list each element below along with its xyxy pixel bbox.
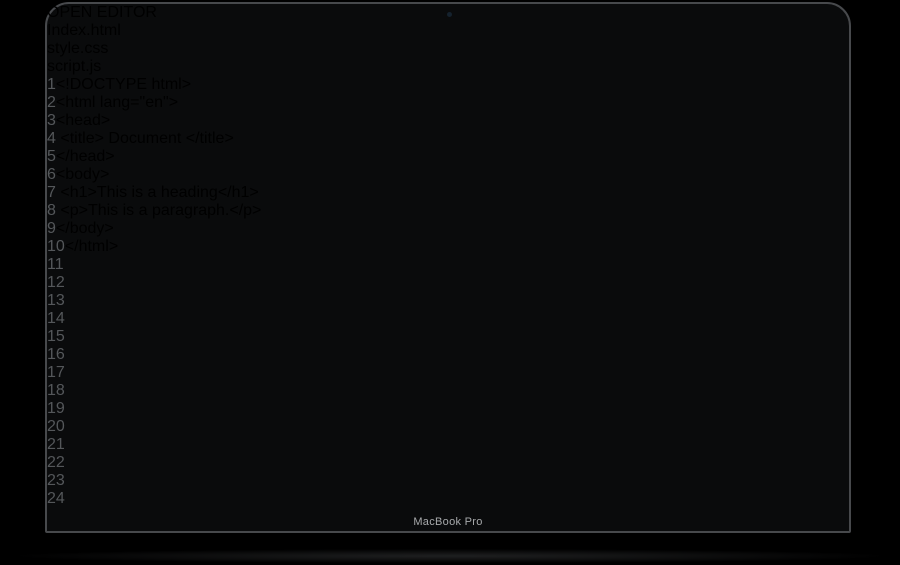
line-number: 13 <box>47 292 65 309</box>
line-number: 2 <box>47 94 56 111</box>
code-line-18[interactable]: 18 <box>47 382 849 400</box>
code-line-11[interactable]: 11 <box>47 256 849 274</box>
page-background: OPEN EDITOR Index.htmlstyle.cssscript.js… <box>0 0 900 565</box>
line-number: 6 <box>47 166 56 183</box>
code-line-22[interactable]: 22 <box>47 454 849 472</box>
line-number: 11 <box>47 256 64 273</box>
line-number: 17 <box>47 364 65 381</box>
code-text: <head> <box>56 112 110 129</box>
code-text: <p>This is a paragraph.</p> <box>56 202 261 219</box>
code-line-24[interactable]: 24 <box>47 490 849 508</box>
code-text: </body> <box>56 220 114 237</box>
code-line-19[interactable]: 19 <box>47 400 849 418</box>
code-text: </html> <box>65 238 118 255</box>
code-area[interactable]: 1<!DOCTYPE html>2<html lang="en">3<head>… <box>47 76 849 508</box>
line-number: 9 <box>47 220 56 237</box>
code-text: <h1>This is a heading</h1> <box>56 184 259 201</box>
line-number: 21 <box>47 436 65 453</box>
code-line-8[interactable]: 8 <p>This is a paragraph.</p> <box>47 202 849 220</box>
line-number: 22 <box>47 454 65 471</box>
code-line-20[interactable]: 20 <box>47 418 849 436</box>
code-line-14[interactable]: 14 <box>47 310 849 328</box>
code-text: <!DOCTYPE html> <box>56 76 191 93</box>
line-number: 19 <box>47 400 65 417</box>
file-list: Index.htmlstyle.cssscript.js <box>47 22 849 76</box>
code-line-23[interactable]: 23 <box>47 472 849 490</box>
sidebar-item-script-js[interactable]: script.js <box>47 58 849 76</box>
code-text: </head> <box>56 148 115 165</box>
line-number: 18 <box>47 382 65 399</box>
code-line-9[interactable]: 9</body> <box>47 220 849 238</box>
code-line-10[interactable]: 10</html> <box>47 238 849 256</box>
line-number: 14 <box>47 310 65 327</box>
macbook-base <box>0 533 900 552</box>
macbook-pro-label: MacBook Pro <box>47 516 849 528</box>
line-number: 16 <box>47 346 65 363</box>
code-line-6[interactable]: 6<body> <box>47 166 849 184</box>
line-number: 4 <box>47 130 56 147</box>
code-line-1[interactable]: 1<!DOCTYPE html> <box>47 76 849 94</box>
code-line-2[interactable]: 2<html lang="en"> <box>47 94 849 112</box>
line-number: 23 <box>47 472 65 489</box>
line-number: 8 <box>47 202 56 219</box>
code-line-5[interactable]: 5</head> <box>47 148 849 166</box>
sidebar-item-style-css[interactable]: style.css <box>47 40 849 58</box>
line-number: 24 <box>47 490 65 507</box>
code-line-13[interactable]: 13 <box>47 292 849 310</box>
code-text: <html lang="en"> <box>56 94 178 111</box>
macbook-screen-bezel: OPEN EDITOR Index.htmlstyle.cssscript.js… <box>45 2 851 533</box>
code-line-3[interactable]: 3<head> <box>47 112 849 130</box>
code-line-17[interactable]: 17 <box>47 364 849 382</box>
window-body: OPEN EDITOR Index.htmlstyle.cssscript.js… <box>47 4 849 508</box>
line-number: 10 <box>47 238 65 255</box>
code-line-21[interactable]: 21 <box>47 436 849 454</box>
code-line-7[interactable]: 7 <h1>This is a heading</h1> <box>47 184 849 202</box>
sidebar-item-index-html[interactable]: Index.html <box>47 22 849 40</box>
code-line-15[interactable]: 15 <box>47 328 849 346</box>
line-number: 7 <box>47 184 56 201</box>
code-text: <title> Document </title> <box>56 130 234 147</box>
webcam-icon <box>447 12 452 17</box>
line-number: 5 <box>47 148 56 165</box>
line-number: 1 <box>47 76 56 93</box>
line-number: 3 <box>47 112 56 129</box>
line-number: 20 <box>47 418 65 435</box>
code-text: <body> <box>56 166 109 183</box>
code-editor-window: OPEN EDITOR Index.htmlstyle.cssscript.js… <box>47 4 849 508</box>
code-line-12[interactable]: 12 <box>47 274 849 292</box>
line-number: 15 <box>47 328 65 345</box>
code-line-16[interactable]: 16 <box>47 346 849 364</box>
line-number: 12 <box>47 274 65 291</box>
code-line-4[interactable]: 4 <title> Document </title> <box>47 130 849 148</box>
